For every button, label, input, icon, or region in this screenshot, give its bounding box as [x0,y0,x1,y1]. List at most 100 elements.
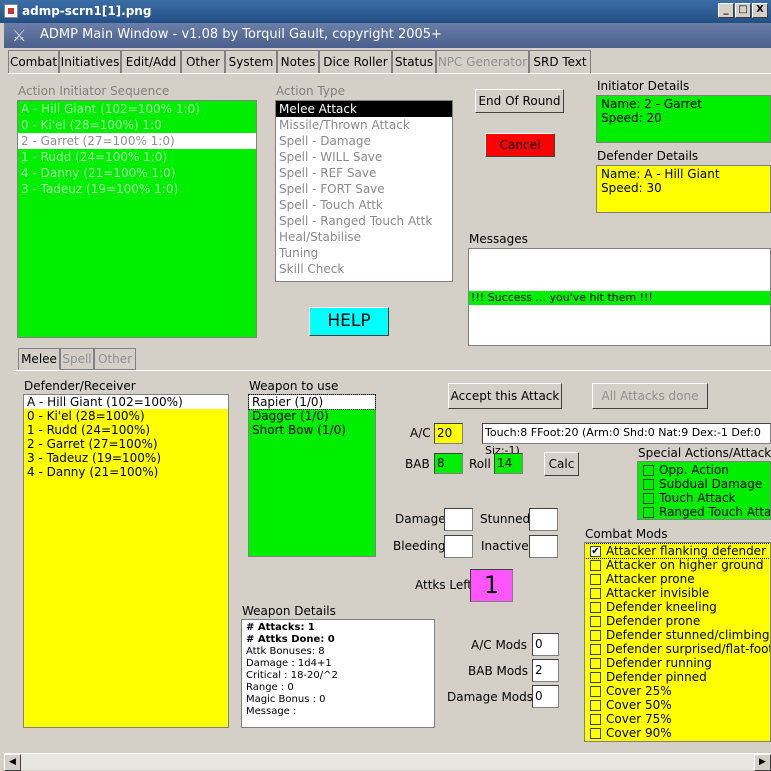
subtab-melee[interactable]: Melee [18,348,60,370]
checkbox-icon[interactable] [590,700,601,711]
ac-mods-field[interactable]: 0 [532,633,559,656]
end-of-round-button[interactable]: End Of Round [475,89,564,113]
subtab-spell[interactable]: Spell [60,348,94,370]
subtab-other[interactable]: Other [94,348,136,370]
action-type-item[interactable]: Missile/Thrown Attack [276,117,452,133]
outer-window-titlebar[interactable]: admp-scrn1[1].png _ □ X [0,0,771,23]
action-type-item[interactable]: Skill Check [276,261,452,277]
checkbox-icon[interactable] [590,602,601,613]
minimize-button[interactable]: _ [718,3,734,18]
defender-list-item[interactable]: A - Hill Giant (102=100%) [24,395,228,409]
weapon-list-item[interactable]: Rapier (1/0) [248,394,376,410]
action-type-item[interactable]: Spell - WILL Save [276,149,452,165]
initiator-list-item[interactable]: 1 - Rudd (24=100% 1:0) [18,149,256,165]
initiator-list-item[interactable]: 2 - Garret (27=100% 1:0) [18,133,256,149]
tab-system[interactable]: System [225,50,277,74]
cancel-button[interactable]: Cancel [485,133,555,157]
checkbox-icon[interactable] [590,560,601,571]
damage-mods-field[interactable]: 0 [532,685,559,708]
checkbox-checked-icon[interactable]: ✔ [590,546,601,557]
action-type-item[interactable]: Spell - Ranged Touch Attk [276,213,452,229]
inactive-field[interactable] [529,535,558,558]
tab-srd-text[interactable]: SRD Text [529,50,591,74]
horizontal-scrollbar[interactable]: ◀ ▶ [4,753,771,771]
checkbox-icon[interactable] [643,493,654,504]
tab-status[interactable]: Status [392,50,436,74]
defender-list-item[interactable]: 1 - Rudd (24=100%) [24,423,228,437]
bab-field[interactable]: 8 [434,453,463,474]
checkbox-icon[interactable] [590,672,601,683]
checkbox-icon[interactable] [590,644,601,655]
combat-mod-defender-kneeling[interactable]: Defender kneeling [585,600,770,614]
action-type-item[interactable]: Spell - Touch Attk [276,197,452,213]
accept-attack-button[interactable]: Accept this Attack [448,383,562,409]
special-action-touch-attack[interactable]: Touch Attack [638,491,770,505]
initiator-sequence-list[interactable]: A - Hill Giant (102=100% 1:0) 0 - Ki'el (… [17,100,257,338]
calc-button[interactable]: Calc [544,452,579,476]
initiator-list-item[interactable]: 3 - Tadeuz (19=100% 1:0) [18,181,256,197]
checkbox-icon[interactable] [590,658,601,669]
checkbox-icon[interactable] [590,616,601,627]
checkbox-icon[interactable] [590,630,601,641]
action-type-item[interactable]: Spell - REF Save [276,165,452,181]
initiator-list-item[interactable]: A - Hill Giant (102=100% 1:0) [18,101,256,117]
tab-initiatives[interactable]: Initiatives [59,50,121,74]
initiator-list-item[interactable]: 4 - Danny (21=100% 1:0) [18,165,256,181]
combat-mod-cover-50-[interactable]: Cover 50% [585,698,770,712]
app-titlebar[interactable]: ⚔ ADMP Main Window - v1.08 by Torquil Ga… [4,23,771,48]
action-type-item[interactable]: Spell - Damage [276,133,452,149]
tab-combat[interactable]: Combat [8,50,59,74]
action-type-item[interactable]: Heal/Stabilise [276,229,452,245]
ac-field[interactable]: 20 [434,423,463,444]
checkbox-icon[interactable] [590,686,601,697]
action-type-list[interactable]: Melee Attack Missile/Thrown Attack Spell -… [275,100,453,282]
tab-npc-generator[interactable]: NPC Generator [436,50,529,74]
maximize-button[interactable]: □ [735,3,751,18]
all-attacks-done-button[interactable]: All Attacks done [592,383,708,409]
combat-mod-cover-75-[interactable]: Cover 75% [585,712,770,726]
special-action-opp-action[interactable]: Opp. Action [638,463,770,477]
combat-mod-attacker-invisible[interactable]: Attacker invisible [585,586,770,600]
tab-edit-add[interactable]: Edit/Add [121,50,181,74]
close-button[interactable]: X [752,3,768,18]
stunned-field[interactable] [529,508,558,531]
checkbox-icon[interactable] [643,507,654,518]
special-action-ranged-touch-attack[interactable]: Ranged Touch Attack [638,505,770,519]
defender-list-item[interactable]: 4 - Danny (21=100%) [24,465,228,479]
combat-mod-attacker-flanking-defender[interactable]: ✔ Attacker flanking defender [585,543,770,559]
scroll-left-icon[interactable]: ◀ [4,754,21,771]
defender-list-item[interactable]: 0 - Ki'el (28=100%) [24,409,228,423]
checkbox-icon[interactable] [643,465,654,476]
action-type-item[interactable]: Melee Attack [276,101,452,117]
bleeding-field[interactable] [444,535,473,558]
checkbox-icon[interactable] [590,574,601,585]
bab-mods-field[interactable]: 2 [532,659,559,682]
scroll-right-icon[interactable]: ▶ [754,754,771,771]
combat-mod-cover-25-[interactable]: Cover 25% [585,684,770,698]
defender-list-item[interactable]: 3 - Tadeuz (19=100%) [24,451,228,465]
combat-mod-defender-running[interactable]: Defender running [585,656,770,670]
weapon-list-item[interactable]: Dagger (1/0) [249,409,375,423]
combat-mod-cover-90-[interactable]: Cover 90% [585,726,770,740]
combat-mod-defender-prone[interactable]: Defender prone [585,614,770,628]
combat-mod-defender-pinned[interactable]: Defender pinned [585,670,770,684]
checkbox-icon[interactable] [590,588,601,599]
damage-field[interactable] [444,508,473,531]
combat-mod-attacker-on-higher-ground[interactable]: Attacker on higher ground [585,558,770,572]
combat-mod-defender-surprised-flat-footed[interactable]: Defender surprised/flat-footed [585,642,770,656]
checkbox-icon[interactable] [590,728,601,739]
weapon-list[interactable]: Rapier (1/0) Dagger (1/0) Short Bow (1/0) [248,394,376,557]
roll-field[interactable]: 14 [494,453,523,474]
action-type-item[interactable]: Spell - FORT Save [276,181,452,197]
combat-mod-attacker-prone[interactable]: Attacker prone [585,572,770,586]
tab-notes[interactable]: Notes [277,50,319,74]
initiator-list-item[interactable]: 0 - Ki'el (28=100%) 1:0 [18,117,256,133]
tab-other[interactable]: Other [181,50,225,74]
combat-mod-defender-stunned-climbing[interactable]: Defender stunned/climbing [585,628,770,642]
tab-dice-roller[interactable]: Dice Roller [319,50,392,74]
checkbox-icon[interactable] [590,714,601,725]
defender-receiver-list[interactable]: A - Hill Giant (102=100%) 0 - Ki'el (28=1… [23,394,229,728]
help-button[interactable]: HELP [309,307,389,336]
action-type-item[interactable]: Tuning [276,245,452,261]
special-action-subdual-damage[interactable]: Subdual Damage [638,477,770,491]
